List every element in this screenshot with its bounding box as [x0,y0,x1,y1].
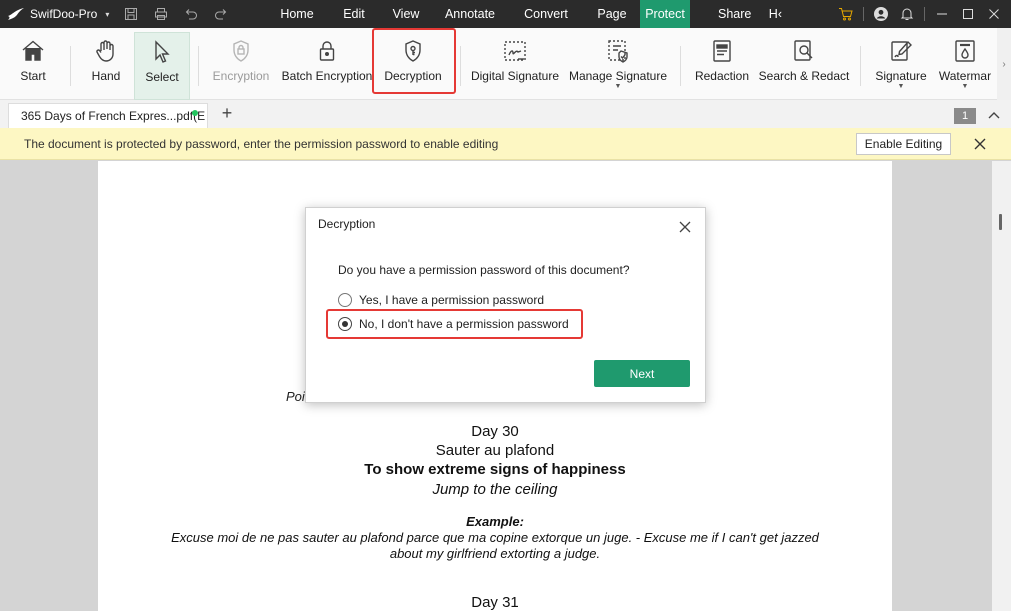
app-menu-dropdown-icon[interactable]: ▾ [105,10,109,19]
doc-french-phrase: Sauter au plafond [435,442,555,459]
doc-example-heading: Example: [466,514,524,529]
doc-day30-heading: Day 30 [471,423,519,440]
password-notice-bar: The document is protected by password, e… [0,128,1011,160]
document-status-dot [192,110,198,116]
minimize-icon[interactable] [929,0,955,28]
manage-signature-button[interactable]: Manage Signature ▼ [568,32,668,96]
document-tab-bar: 365 Days of French Expres...pdf(E + 1 [0,100,1011,128]
start-button[interactable]: Start [10,32,56,96]
signature-button[interactable]: Signature ▼ [872,32,930,96]
home-icon [22,40,44,61]
menu-protect[interactable]: Protect [640,0,690,28]
batch-encryption-button[interactable]: Batch Encryption [280,32,374,96]
redaction-label: Redaction [694,69,750,83]
enable-editing-button[interactable]: Enable Editing [856,133,951,155]
encryption-label: Encryption [212,69,270,83]
menu-annotate[interactable]: Annotate [432,0,508,28]
title-bar: SwifDoo-Pro ▾ Home Edit View Annotate Co… [0,0,1011,28]
save-icon[interactable] [123,6,139,22]
menu-page[interactable]: Page [584,0,640,28]
swifdoo-logo-icon [4,0,28,28]
decryption-dialog: Decryption Do you have a permission pass… [305,207,706,403]
digital-signature-label: Digital Signature [470,69,560,83]
undo-icon[interactable] [183,6,199,22]
cursor-arrow-icon [155,40,170,63]
notice-close-icon[interactable] [972,136,988,152]
radio-no-permission-password[interactable]: No, I don't have a permission password [338,316,569,332]
hand-icon [96,40,114,62]
notice-message: The document is protected by password, e… [24,137,499,151]
vertical-scrollbar[interactable] [992,161,1011,611]
manage-signature-label: Manage Signature [568,69,668,83]
digital-signature-button[interactable]: Digital Signature [470,32,560,96]
hand-label: Hand [91,69,121,83]
batch-encryption-label: Batch Encryption [281,69,373,83]
next-button[interactable]: Next [594,360,690,387]
signature-dropdown-icon[interactable]: ▼ [898,83,905,91]
search-redact-button[interactable]: Search & Redact [758,32,850,96]
radio-yes-label[interactable]: Yes, I have a permission password [359,293,544,307]
menu-share[interactable]: Share [718,0,751,28]
encryption-lock-icon [233,40,249,62]
redaction-icon [713,40,731,62]
radio-no-label[interactable]: No, I don't have a permission password [359,317,569,331]
watermark-label: Watermar [938,69,992,83]
menu-convert[interactable]: Convert [508,0,584,28]
dialog-question: Do you have a permission password of thi… [338,263,630,277]
select-label: Select [145,70,179,84]
manage-signature-dropdown-icon[interactable]: ▼ [615,83,622,91]
document-tab[interactable]: 365 Days of French Expres...pdf(E [8,103,208,128]
doc-example-line2: about my girlfriend extorting a judge. [389,546,601,561]
cart-icon[interactable] [833,0,859,28]
dialog-close-icon[interactable] [678,220,692,234]
hand-button[interactable]: Hand [84,32,128,96]
decryption-shield-icon [405,40,421,62]
redo-icon[interactable] [213,6,229,22]
page-number-badge: 1 [954,108,976,124]
watermark-button[interactable]: Watermar ▼ [934,32,996,96]
menu-view[interactable]: View [380,0,432,28]
menu-help[interactable]: H‹ [746,0,782,28]
menu-home[interactable]: Home [266,0,328,28]
doc-meaning: To show extreme signs of happiness [364,461,626,478]
search-redact-icon [794,40,813,61]
user-avatar-icon[interactable] [868,0,894,28]
menu-bar: Home Edit View Annotate Convert Page Pro… [266,0,782,28]
digital-signature-icon [504,41,526,61]
app-name: SwifDoo-Pro [30,7,98,21]
collapse-ribbon-chevron-up-icon[interactable] [986,107,1002,123]
doc-example-line1: Excuse moi de ne pas sauter au plafond p… [171,530,819,545]
ribbon-scroll-right-icon[interactable]: › [997,28,1011,100]
radio-yes-icon[interactable] [338,293,352,307]
decryption-label: Decryption [384,69,442,83]
scrollbar-thumb[interactable] [999,214,1002,230]
dialog-title: Decryption [318,217,376,231]
start-label: Start [20,69,46,83]
print-icon[interactable] [153,6,169,22]
manage-signature-icon [608,40,628,63]
signature-pen-icon [891,40,912,61]
select-button[interactable]: Select [134,32,190,100]
search-redact-label: Search & Redact [758,69,850,83]
doc-partial-line: Poi [286,389,305,404]
doc-day31-heading: Day 31 [471,594,519,611]
ribbon-toolbar: Start Hand Select Encryption Batch Encry… [0,28,1011,100]
maximize-icon[interactable] [955,0,981,28]
redaction-button[interactable]: Redaction [690,32,754,96]
window-controls [833,0,1011,28]
menu-edit[interactable]: Edit [328,0,380,28]
decryption-button[interactable]: Decryption [380,32,446,96]
doc-literal-translation: Jump to the ceiling [432,481,558,498]
watermark-icon [955,40,975,62]
encryption-button[interactable]: Encryption [210,32,272,96]
close-window-icon[interactable] [981,0,1007,28]
radio-no-icon[interactable] [338,317,352,331]
notification-bell-icon[interactable] [894,0,920,28]
radio-yes-permission-password[interactable]: Yes, I have a permission password [338,292,544,308]
batch-lock-icon [319,41,335,61]
watermark-dropdown-icon[interactable]: ▼ [962,83,969,91]
add-tab-button[interactable]: + [218,104,236,124]
signature-label: Signature [875,69,927,83]
